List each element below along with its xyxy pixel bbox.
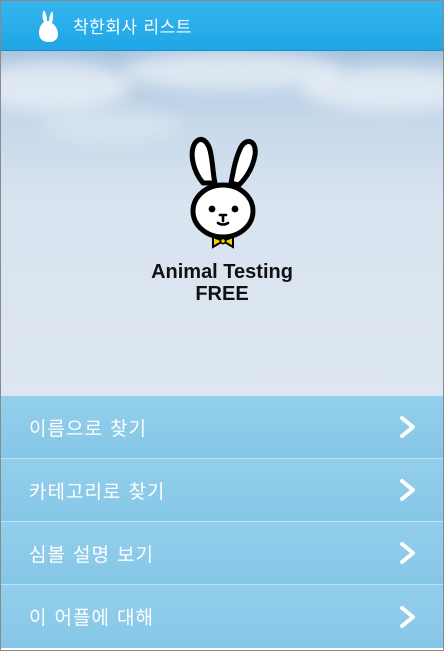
- menu-item-label: 이 어플에 대해: [29, 607, 154, 629]
- main-menu: 이름으로 찾기 카테고리로 찾기 심볼 설명 보기 이 어플에 대해: [1, 396, 443, 648]
- rabbit-icon: [39, 9, 58, 42]
- rabbit-logo-icon: [189, 137, 258, 249]
- menu-item-label: 심볼 설명 보기: [29, 543, 154, 566]
- logo-text-line1: Animal Testing: [151, 261, 293, 283]
- menu-item-label: 카테고리로 찾기: [29, 480, 166, 503]
- app-title: 착한회사 리스트: [73, 18, 192, 38]
- chevron-right-icon: [400, 605, 415, 628]
- menu-item-label: 이름으로 찾기: [29, 417, 147, 440]
- logo-text: Animal Testing FREE: [1, 261, 443, 305]
- menu-item-search-by-category[interactable]: 카테고리로 찾기: [1, 459, 443, 522]
- menu-item-search-by-name[interactable]: 이름으로 찾기: [1, 396, 443, 459]
- menu-item-about-app[interactable]: 이 어플에 대해: [1, 585, 443, 648]
- app-window: 착한회사 리스트 Animal Testing FREE 이름으로 찾기 카테고…: [0, 0, 444, 651]
- title-bar: 착한회사 리스트: [1, 1, 443, 51]
- menu-item-symbol-description[interactable]: 심볼 설명 보기: [1, 522, 443, 585]
- chevron-right-icon: [400, 416, 415, 438]
- logo-text-line2: FREE: [195, 283, 249, 305]
- hero-banner: Animal Testing FREE: [1, 51, 443, 396]
- chevron-right-icon: [400, 479, 415, 501]
- chevron-right-icon: [400, 542, 415, 564]
